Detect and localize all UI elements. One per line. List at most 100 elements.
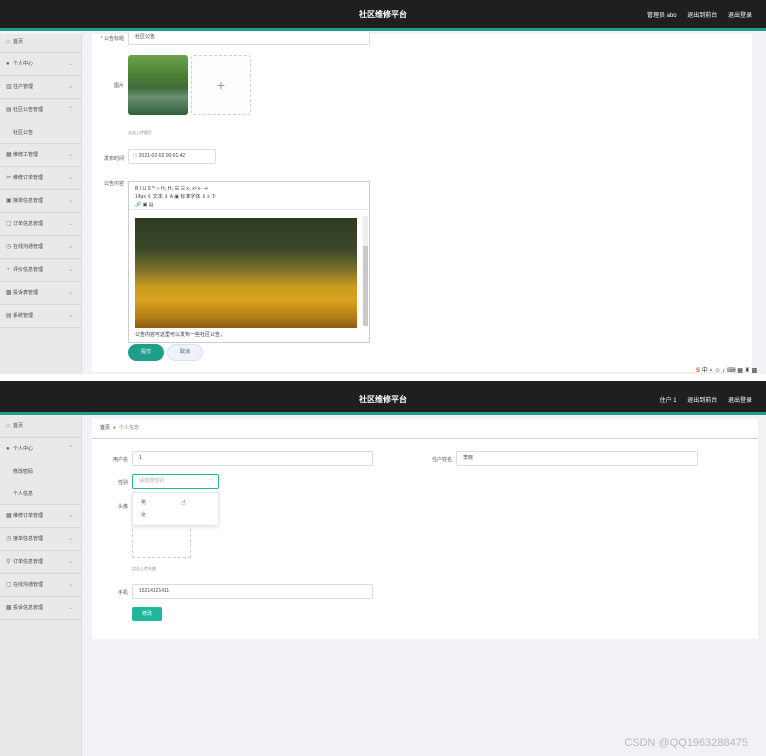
resident-name-label: 住户姓名 (431, 457, 452, 463)
chevron-up-icon: ⌃ (67, 446, 73, 452)
sidebar-item-repair-orders[interactable]: ✂ 维修订单管理 ⌄ (0, 167, 81, 190)
logout-link[interactable]: 退出登录 (728, 398, 752, 404)
sidebar-item-residents[interactable]: ▥住户管理 ⌄ (0, 76, 81, 99)
sidebar: ⌂ 首页 ● 个人中心 ⌃ 修改密码 个人信息 ▦维修订单管理 ⌄ ◷ 接单信息管理 ⌄ ⚲… (0, 415, 82, 756)
sidebar-item-home[interactable]: ⌂ 首页 (0, 34, 81, 53)
resident-name-input[interactable]: 李晓 (456, 451, 698, 466)
content-label: 公告内容 (103, 181, 124, 187)
breadcrumb-divider (92, 438, 758, 439)
save-button[interactable]: 修改 (132, 607, 162, 621)
chevron-down-icon: ⌄ (67, 605, 73, 611)
sidebar-item-personal-center[interactable]: ● 个人中心 ⌃ (0, 438, 81, 461)
top-header: 社区维修平台 住户 1 退出到前台 退出登录 (0, 381, 766, 415)
sidebar-item-order-info[interactable]: ⚲ 订单信息管理 ⌄ (0, 551, 81, 574)
chevron-down-icon: ⌄ (67, 313, 73, 319)
username-label: 用户名 (112, 457, 128, 463)
sidebar-item-evaluations[interactable]: ◔ 评价信息管理 ⌄ (0, 259, 81, 282)
gender-select[interactable]: 请选择性别 ⌃ (132, 474, 219, 489)
sidebar: ⌂ 首页 ● 个人中心 ⌄ ▥住户管理 ⌄ ▤社区公告管理 ⌃ 社区公告 ▦维修工管理 ⌄ … (0, 34, 82, 374)
sidebar-item-online-chat[interactable]: ◷ 在线沟通管理 ⌄ (0, 236, 81, 259)
toolbar-row-font[interactable]: 14px ⇕ 文本 ⇕ A ▣ 标准字体 ⇕ ≡ T̷ (135, 193, 363, 201)
title-input[interactable]: 社区公告 (128, 32, 370, 45)
exit-to-frontend-link[interactable]: 退出到前台 (687, 398, 717, 404)
report-icon: ▣ (6, 198, 12, 204)
rich-text-editor[interactable]: B I U S ❞ ‹› H₁ H₂ ☰ ☷ x₂ x² ⇤ ⇥ 14px ⇕ … (128, 181, 370, 343)
avatar-label: 头像 (117, 504, 128, 510)
chevron-down-icon: ⌄ (67, 152, 73, 158)
gender-label: 性别 (117, 480, 128, 486)
hand-cursor-icon: ☝ (181, 498, 186, 507)
home-icon: ⌂ (6, 39, 10, 45)
sidebar-subitem-announcement[interactable]: 社区公告 (0, 122, 81, 144)
publish-time-picker[interactable]: ◷ 2021-02-02 00:01:42 (128, 149, 216, 164)
feedback-icon: ▩ (6, 290, 12, 296)
feedback-icon: ▩ (6, 605, 12, 611)
sidebar-item-home[interactable]: ⌂ 首页 (0, 415, 81, 438)
publish-time-label: 发布时间 (103, 156, 124, 162)
content-autumn-image (135, 218, 357, 328)
admin-screenshot: 社区维修平台 管理员 abo 退出到前台 退出登录 ⌂ 首页 ● 个人中心 ⌄ ▥住户… (0, 0, 766, 374)
chat-icon: ▢ (6, 582, 12, 588)
chevron-up-icon: ⌃ (67, 107, 73, 113)
sidebar-subitem-change-password[interactable]: 修改密码 (0, 461, 81, 483)
phone-input[interactable]: 15214121411 (132, 584, 373, 599)
screenshot-separator (0, 374, 766, 381)
breadcrumb-separator-icon: ● (113, 425, 117, 431)
logout-link[interactable]: 退出登录 (728, 13, 752, 19)
sidebar-item-repair-orders[interactable]: ▦维修订单管理 ⌄ (0, 505, 81, 528)
building-icon: ▥ (6, 84, 12, 90)
chevron-down-icon: ⌄ (67, 513, 73, 519)
toolbar-row-insert[interactable]: 🔗 ▣ ▤ (135, 201, 363, 209)
sidebar-item-online-chat[interactable]: ▢在线沟通管理 ⌄ (0, 574, 81, 597)
tools-icon: ▦ (6, 513, 12, 519)
breadcrumb-current: 个人信息 (119, 425, 140, 431)
sidebar-item-accept-orders[interactable]: ▣接单信息管理 ⌄ (0, 190, 81, 213)
editor-scrollbar[interactable] (363, 216, 368, 326)
cancel-button[interactable]: 取消 (167, 344, 203, 361)
breadcrumb-home[interactable]: 首页 (100, 425, 110, 431)
clock-icon: ◷ (6, 244, 12, 250)
chevron-down-icon: ⌄ (67, 175, 73, 181)
image-label: 图片 (113, 83, 124, 89)
announcement-icon: ▤ (6, 107, 12, 113)
top-header: 社区维修平台 管理员 abo 退出到前台 退出登录 (0, 0, 766, 31)
gender-option-female[interactable]: 女 (133, 509, 218, 521)
toolbar-row-format[interactable]: B I U S ❞ ‹› H₁ H₂ ☰ ☷ x₂ x² ⇤ ⇥ (135, 185, 363, 193)
sidebar-item-announcement-admin[interactable]: ▤社区公告管理 ⌃ (0, 99, 81, 122)
chevron-down-icon: ⌄ (67, 536, 73, 542)
person-icon: ● (6, 61, 10, 67)
submit-button[interactable]: 提交 (128, 344, 164, 361)
ime-taskbar: S 中 ⸰ ☺ ♪ ⌨ ▦ ♜ ▩ (696, 368, 758, 374)
gender-option-male[interactable]: 男 (133, 497, 218, 509)
chevron-down-icon: ⌄ (67, 559, 73, 565)
gender-dropdown: 男 女 (132, 492, 219, 526)
sidebar-item-accept-orders[interactable]: ◷ 接单信息管理 ⌄ (0, 528, 81, 551)
chevron-down-icon: ⌄ (67, 582, 73, 588)
sidebar-item-personal-center[interactable]: ● 个人中心 ⌄ (0, 53, 81, 76)
uploaded-garden-image[interactable] (128, 55, 188, 115)
editor-toolbar[interactable]: B I U S ❞ ‹› H₁ H₂ ☰ ☷ x₂ x² ⇤ ⇥ 14px ⇕ … (129, 182, 369, 210)
username-input[interactable]: 1 (132, 451, 373, 466)
sidebar-subitem-personal-info[interactable]: 个人信息 (0, 483, 81, 505)
sidebar-item-complaints[interactable]: ▩投诉表管理 ⌄ (0, 282, 81, 305)
sidebar-item-system[interactable]: ▤系统管理 ⌄ (0, 305, 81, 328)
chevron-up-icon: ⌃ (208, 478, 213, 484)
chevron-down-icon: ⌄ (67, 61, 73, 67)
sidebar-item-complaints[interactable]: ▩投诉信息管理 ⌄ (0, 597, 81, 620)
clock-icon: ◷ (6, 536, 12, 542)
avatar-upload-hint: 点击上传头像 (132, 566, 156, 571)
sidebar-item-repairmen[interactable]: ▦维修工管理 ⌄ (0, 144, 81, 167)
breadcrumb: 首页 ● 个人信息 (100, 424, 139, 431)
evaluation-icon: ◔ (6, 267, 10, 273)
wrench-icon: ▦ (6, 152, 12, 158)
header-links: 管理员 abo 退出到前台 退出登录 (638, 10, 752, 19)
chevron-down-icon: ⌄ (67, 84, 73, 90)
current-user: 住户 1 (659, 398, 677, 404)
content-text[interactable]: 公告内容可这里可以发布一些社区公告； (135, 331, 225, 338)
chevron-down-icon: ⌄ (67, 244, 73, 250)
image-upload-button[interactable]: + (191, 55, 251, 115)
exit-to-frontend-link[interactable]: 退出到前台 (687, 13, 717, 19)
title-label: * 公告标题 (100, 36, 124, 42)
sidebar-item-order-info[interactable]: ▢订单信息管理 ⌄ (0, 213, 81, 236)
chevron-down-icon: ⌄ (67, 198, 73, 204)
